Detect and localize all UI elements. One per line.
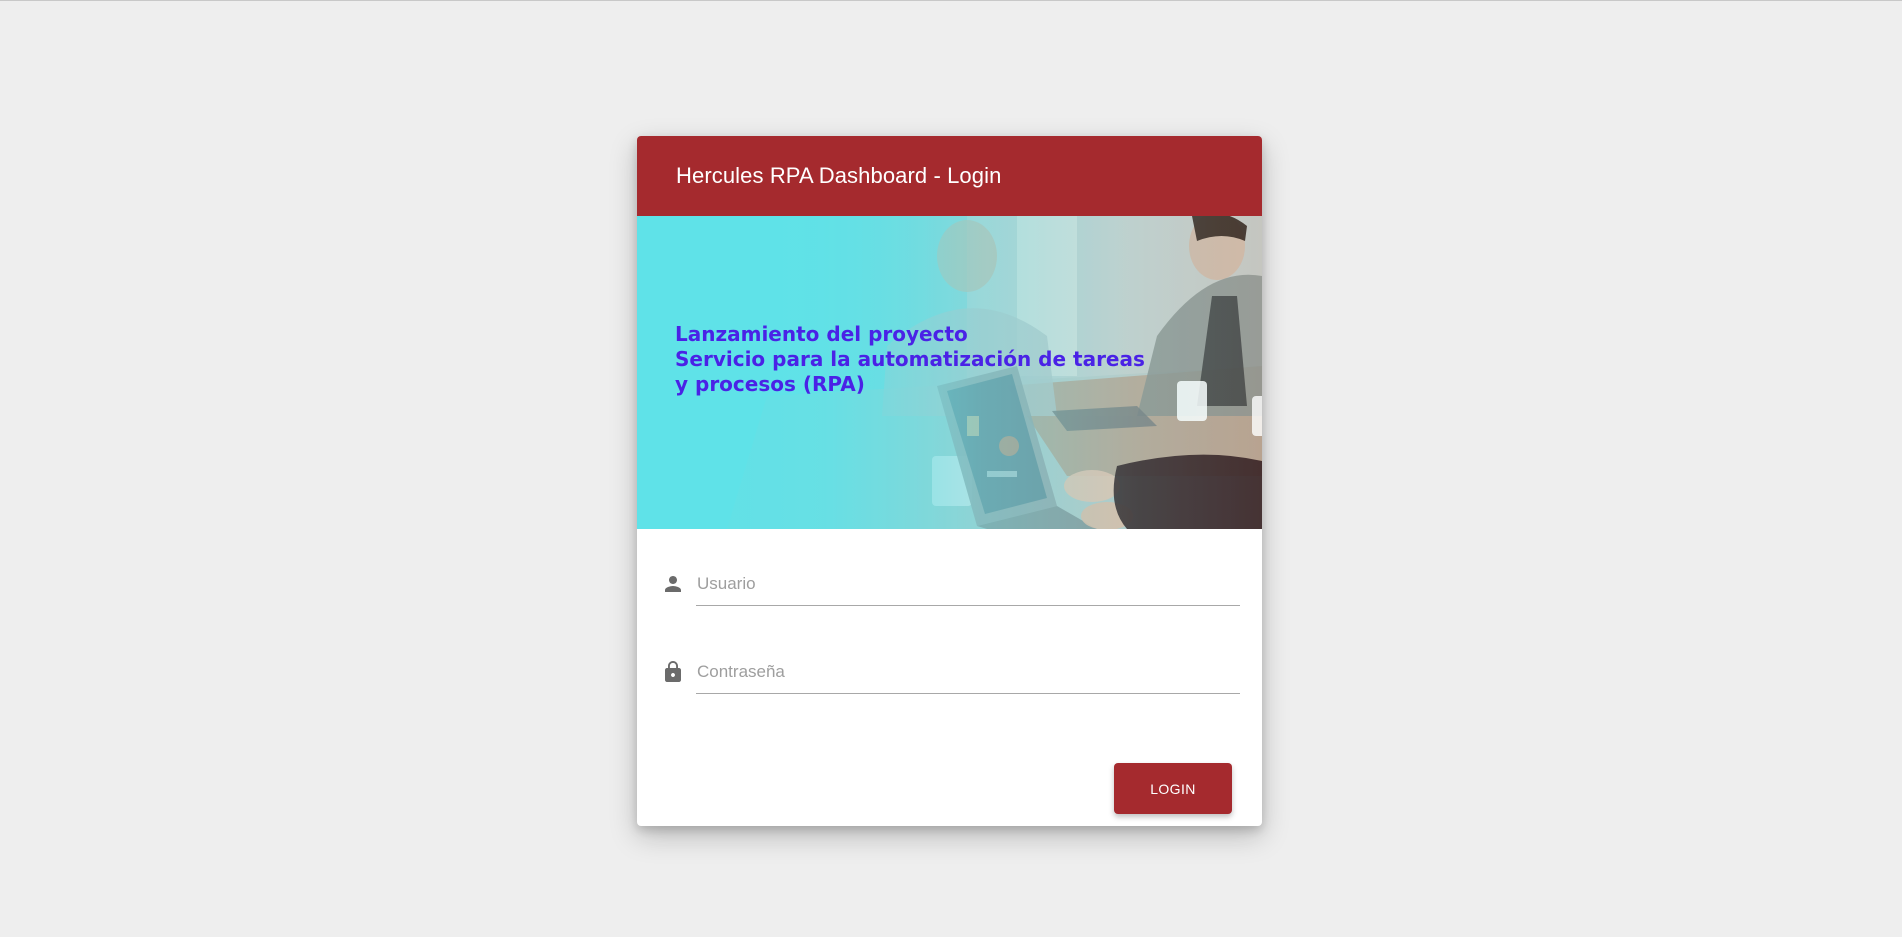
- banner-headline: Lanzamiento del proyecto Servicio para l…: [675, 322, 1235, 397]
- banner-image: Lanzamiento del proyecto Servicio para l…: [637, 216, 1262, 529]
- person-icon: [665, 576, 681, 592]
- username-field: [661, 562, 1240, 608]
- password-input[interactable]: [696, 650, 1240, 694]
- card-header: Hercules RPA Dashboard - Login: [637, 136, 1262, 216]
- top-border: [0, 0, 1902, 1]
- login-card: Hercules RPA Dashboard - Login Lanzamien…: [637, 136, 1262, 826]
- banner-line-2: Servicio para la automatización de tarea…: [675, 347, 1145, 371]
- banner-line-1: Lanzamiento del proyecto: [675, 322, 968, 346]
- username-input[interactable]: [696, 562, 1240, 606]
- banner-line-3: y procesos (RPA): [675, 372, 865, 396]
- lock-icon: [665, 661, 681, 682]
- password-field: [661, 650, 1240, 696]
- login-button[interactable]: LOGIN: [1114, 763, 1232, 814]
- card-title: Hercules RPA Dashboard - Login: [676, 163, 1002, 188]
